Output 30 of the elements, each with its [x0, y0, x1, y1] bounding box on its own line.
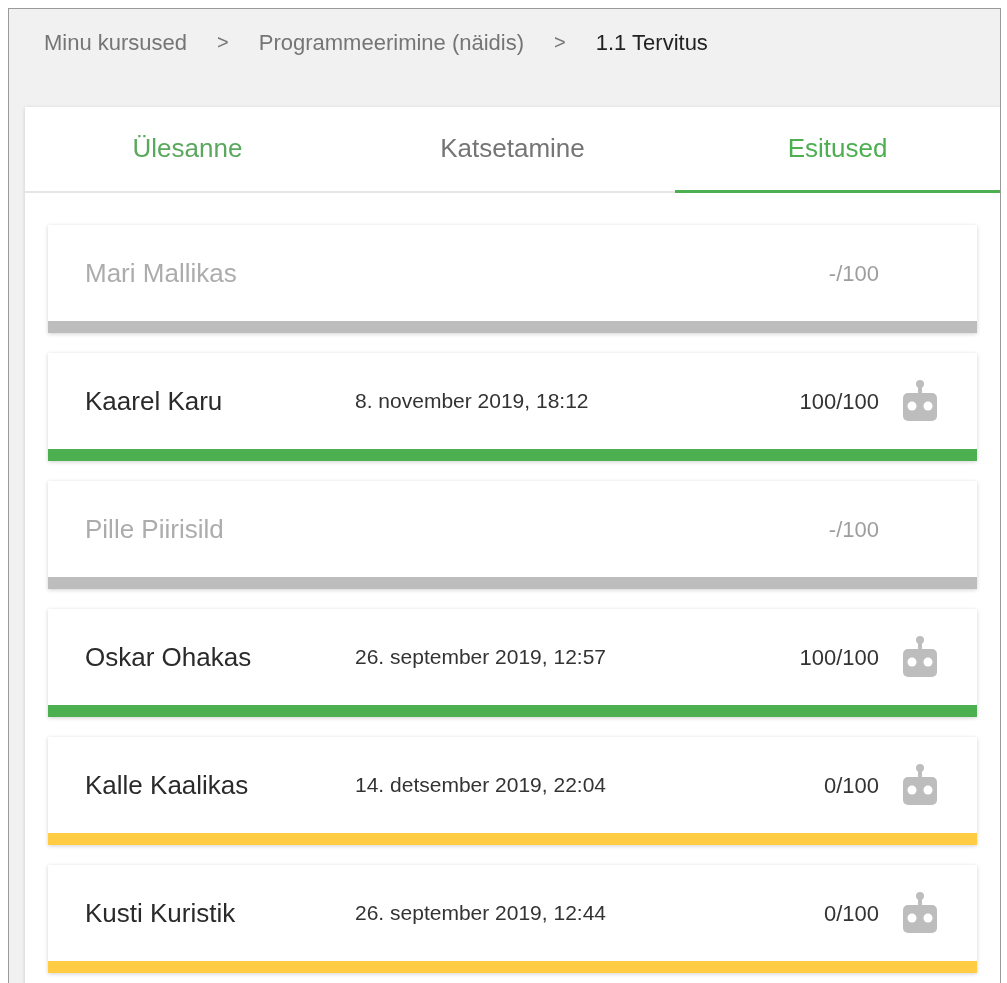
points: 100/100: [799, 643, 879, 672]
submission-card[interactable]: Pille Piirisild -/100: [48, 481, 977, 589]
student-name: Oskar Ohakas: [85, 640, 253, 674]
breadcrumb-separator: >: [217, 30, 229, 55]
submission-card[interactable]: Kusti Kuristik 26. september 2019, 12:44 0/100: [48, 865, 977, 973]
submission-date: 26. september 2019, 12:44: [355, 901, 606, 925]
submission-card[interactable]: Mari Mallikas -/100: [48, 225, 977, 333]
tab[interactable]: Ülesanne: [25, 107, 350, 193]
points: -/100: [828, 515, 879, 544]
student-name: Kalle Kaalikas: [85, 768, 250, 802]
student-name: Kaarel Karu: [85, 384, 224, 418]
points: 100/100: [799, 387, 879, 416]
student-name: Pille Piirisild: [85, 512, 225, 546]
submission-date: 26. september 2019, 12:57: [355, 645, 606, 669]
tab[interactable]: Katsetamine: [350, 107, 675, 193]
student-name: Kusti Kuristik: [85, 896, 237, 930]
points: 0/100: [823, 899, 879, 928]
submission-card[interactable]: Kalle Kaalikas 14. detsember 2019, 22:04 0/100: [48, 737, 977, 845]
student-name: Mari Mallikas: [85, 256, 238, 290]
submission-date: 14. detsember 2019, 22:04: [355, 773, 606, 797]
points: -/100: [828, 259, 879, 288]
submission-card[interactable]: Kaarel Karu 8. november 2019, 18:12 100/100: [48, 353, 977, 461]
tab[interactable]: Esitused: [675, 107, 1000, 193]
breadcrumb-link[interactable]: Minu kursused: [44, 25, 188, 59]
breadcrumb-link[interactable]: Programmeerimine (näidis): [258, 25, 525, 59]
submission-date: 8. november 2019, 18:12: [355, 389, 589, 413]
points: 0/100: [823, 771, 879, 800]
submission-card[interactable]: Oskar Ohakas 26. september 2019, 12:57 100/100: [48, 609, 977, 717]
breadcrumb-separator: >: [554, 30, 566, 55]
breadcrumb-link[interactable]: 1.1 Tervitus: [595, 25, 708, 59]
